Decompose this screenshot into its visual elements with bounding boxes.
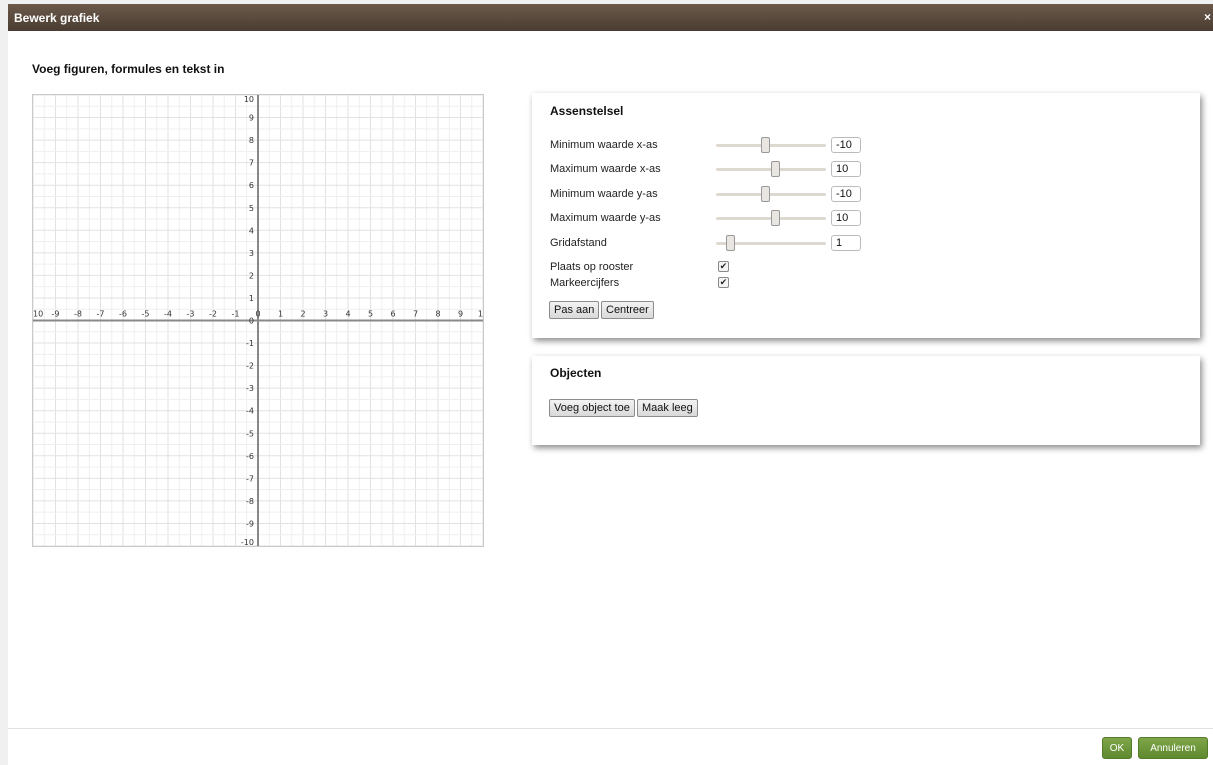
y-tick-label: 6 xyxy=(249,181,254,190)
y-tick-label: 10 xyxy=(244,95,254,104)
y-tick-label: -7 xyxy=(246,474,254,483)
y-tick-label: -4 xyxy=(246,407,254,416)
x-tick-label: 2 xyxy=(300,310,305,319)
y-min-slider-track[interactable] xyxy=(716,193,826,196)
y-tick-label: 9 xyxy=(249,114,254,123)
y-tick-label: -5 xyxy=(246,429,254,438)
y-tick-label: -9 xyxy=(246,519,254,528)
slider-label: Gridafstand xyxy=(550,237,607,249)
slider-label: Minimum waarde x-as xyxy=(550,139,658,151)
x-min-input[interactable] xyxy=(831,137,861,153)
y-min-slider-handle[interactable] xyxy=(761,186,770,202)
x-tick-label: 1 xyxy=(278,310,283,319)
slider-label: Maximum waarde y-as xyxy=(550,212,661,224)
axes-panel-title: Assenstelsel xyxy=(550,104,624,118)
x-tick-label: 10 xyxy=(33,310,43,319)
x-tick-label: 0 xyxy=(255,310,260,319)
grid-spacing-slider-handle[interactable] xyxy=(726,235,735,251)
y-tick-label: 0 xyxy=(249,317,254,326)
graph-board[interactable]: 10 -9 -8 -7 -6 -5 -4 -3 -2 -1 0 1 2 3 4 5 6 7 8 9 1 10 9 8 7 6 5 4 3… xyxy=(32,94,484,547)
slider-label: Maximum waarde x-as xyxy=(550,163,661,175)
x-max-input[interactable] xyxy=(831,161,861,177)
y-tick-label: 7 xyxy=(249,159,254,168)
y-tick-label: 4 xyxy=(249,226,254,235)
footer-divider xyxy=(8,728,1213,729)
x-tick-label: -5 xyxy=(142,310,150,319)
x-tick-label: 3 xyxy=(323,310,328,319)
checkbox-label: Plaats op rooster xyxy=(550,261,634,273)
y-tick-label: 2 xyxy=(249,271,254,280)
center-button[interactable]: Centreer xyxy=(601,301,654,319)
objects-panel: Objecten Voeg object toe Maak leeg xyxy=(532,356,1200,445)
page-title: Voeg figuren, formules en tekst in xyxy=(32,62,225,76)
edit-graph-dialog: Bewerk grafiek × Voeg figuren, formules … xyxy=(8,4,1213,765)
x-tick-label: -3 xyxy=(187,310,195,319)
y-tick-label: 5 xyxy=(249,204,254,213)
x-tick-label: -6 xyxy=(119,310,127,319)
y-tick-label: -6 xyxy=(246,452,254,461)
x-tick-label: 6 xyxy=(390,310,395,319)
x-min-slider-track[interactable] xyxy=(716,144,826,147)
dialog-title: Bewerk grafiek xyxy=(14,11,100,25)
objects-panel-title: Objecten xyxy=(550,366,602,380)
ok-button[interactable]: OK xyxy=(1102,737,1132,759)
x-tick-label: 9 xyxy=(458,310,463,319)
x-tick-label: 5 xyxy=(368,310,373,319)
y-tick-label: -8 xyxy=(246,497,254,506)
slider-label: Minimum waarde y-as xyxy=(550,188,658,200)
dialog-titlebar[interactable]: Bewerk grafiek × xyxy=(8,4,1213,31)
grid-spacing-input[interactable] xyxy=(831,235,861,251)
y-max-slider-handle[interactable] xyxy=(771,210,780,226)
cancel-button[interactable]: Annuleren xyxy=(1138,737,1208,759)
y-tick-label: 1 xyxy=(249,294,254,303)
apply-button[interactable]: Pas aan xyxy=(549,301,600,319)
axes-panel: Assenstelsel Minimum waarde x-as Maximum… xyxy=(532,93,1200,338)
x-max-slider-handle[interactable] xyxy=(771,161,780,177)
x-tick-label: -2 xyxy=(209,310,217,319)
y-tick-label: -1 xyxy=(246,339,254,348)
y-tick-label: 3 xyxy=(249,249,254,258)
graph-canvas[interactable]: 10 -9 -8 -7 -6 -5 -4 -3 -2 -1 0 1 2 3 4 5 6 7 8 9 1109876543… xyxy=(32,94,484,547)
x-tick-label: 1 xyxy=(478,310,483,319)
x-min-slider-handle[interactable] xyxy=(761,137,770,153)
x-tick-label: -9 xyxy=(52,310,60,319)
clear-button[interactable]: Maak leeg xyxy=(637,399,698,417)
close-icon[interactable]: × xyxy=(1204,10,1211,24)
y-min-input[interactable] xyxy=(831,186,861,202)
x-tick-label: 8 xyxy=(435,310,440,319)
y-tick-label: -10 xyxy=(241,538,254,546)
x-tick-label: 4 xyxy=(345,310,350,319)
add-object-button[interactable]: Voeg object toe xyxy=(549,399,635,417)
y-tick-label: 8 xyxy=(249,136,254,145)
y-tick-label: -2 xyxy=(246,362,254,371)
tick-labels-checkbox[interactable]: ✔ xyxy=(718,277,729,288)
y-max-input[interactable] xyxy=(831,210,861,226)
y-tick-label: -3 xyxy=(246,384,254,393)
x-tick-label: -8 xyxy=(74,310,82,319)
x-tick-label: -7 xyxy=(97,310,105,319)
x-tick-label: -1 xyxy=(232,310,240,319)
snap-to-grid-checkbox[interactable]: ✔ xyxy=(718,261,729,272)
x-tick-label: -4 xyxy=(164,310,172,319)
x-tick-label: 7 xyxy=(413,310,418,319)
checkbox-label: Markeercijfers xyxy=(550,277,620,289)
